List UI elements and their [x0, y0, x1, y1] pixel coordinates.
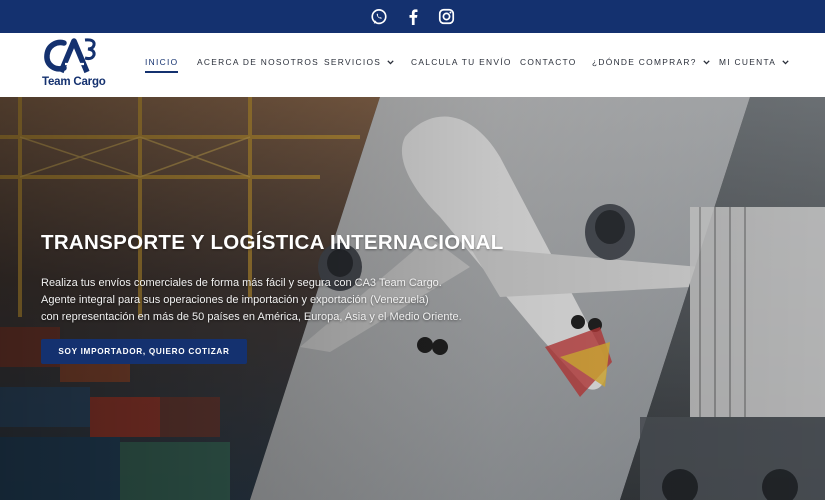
top-social-bar	[0, 0, 825, 33]
active-indicator	[145, 71, 179, 73]
quote-cta-button[interactable]: SOY IMPORTADOR, QUIERO COTIZAR	[41, 339, 247, 364]
whatsapp-icon[interactable]	[369, 7, 389, 27]
nav-donde-comprar[interactable]: ¿DÓNDE COMPRAR?	[592, 57, 710, 67]
main-nav: INICIO ACERCA DE NOSOTROS SERVICIOS CALC…	[0, 33, 825, 97]
facebook-icon[interactable]	[403, 7, 423, 27]
hero-line: Agente integral para sus operaciones de …	[41, 293, 429, 306]
nav-label: ACERCA DE NOSOTROS	[197, 57, 320, 67]
chevron-down-icon	[702, 57, 710, 67]
chevron-down-icon	[387, 57, 394, 67]
hero-banner: TRANSPORTE Y LOGÍSTICA INTERNACIONAL Rea…	[0, 97, 825, 500]
hero-line: con representación en más de 50 países e…	[41, 310, 462, 323]
nav-label: MI CUENTA	[719, 57, 777, 67]
nav-label: CALCULA TU ENVÍO	[411, 57, 512, 67]
hero-description: Realiza tus envíos comerciales de forma …	[41, 275, 501, 325]
nav-contacto[interactable]: CONTACTO	[520, 57, 577, 67]
nav-label: ¿DÓNDE COMPRAR?	[592, 57, 697, 67]
nav-label: SERVICIOS	[324, 57, 382, 67]
nav-mi-cuenta[interactable]: MI CUENTA	[719, 57, 789, 67]
nav-servicios[interactable]: SERVICIOS	[324, 57, 394, 67]
nav-calcula[interactable]: CALCULA TU ENVÍO	[411, 57, 512, 67]
nav-label: CONTACTO	[520, 57, 577, 67]
hero-line: Realiza tus envíos comerciales de forma …	[41, 277, 442, 289]
nav-acerca[interactable]: ACERCA DE NOSOTROS	[197, 57, 319, 67]
site-header: Team Cargo INICIO ACERCA DE NOSOTROS SER…	[0, 33, 825, 97]
instagram-icon[interactable]	[437, 7, 457, 27]
hero-title: TRANSPORTE Y LOGÍSTICA INTERNACIONAL	[41, 231, 504, 254]
chevron-down-icon	[782, 57, 789, 67]
nav-label: INICIO	[145, 57, 179, 67]
nav-inicio[interactable]: INICIO	[145, 57, 179, 73]
